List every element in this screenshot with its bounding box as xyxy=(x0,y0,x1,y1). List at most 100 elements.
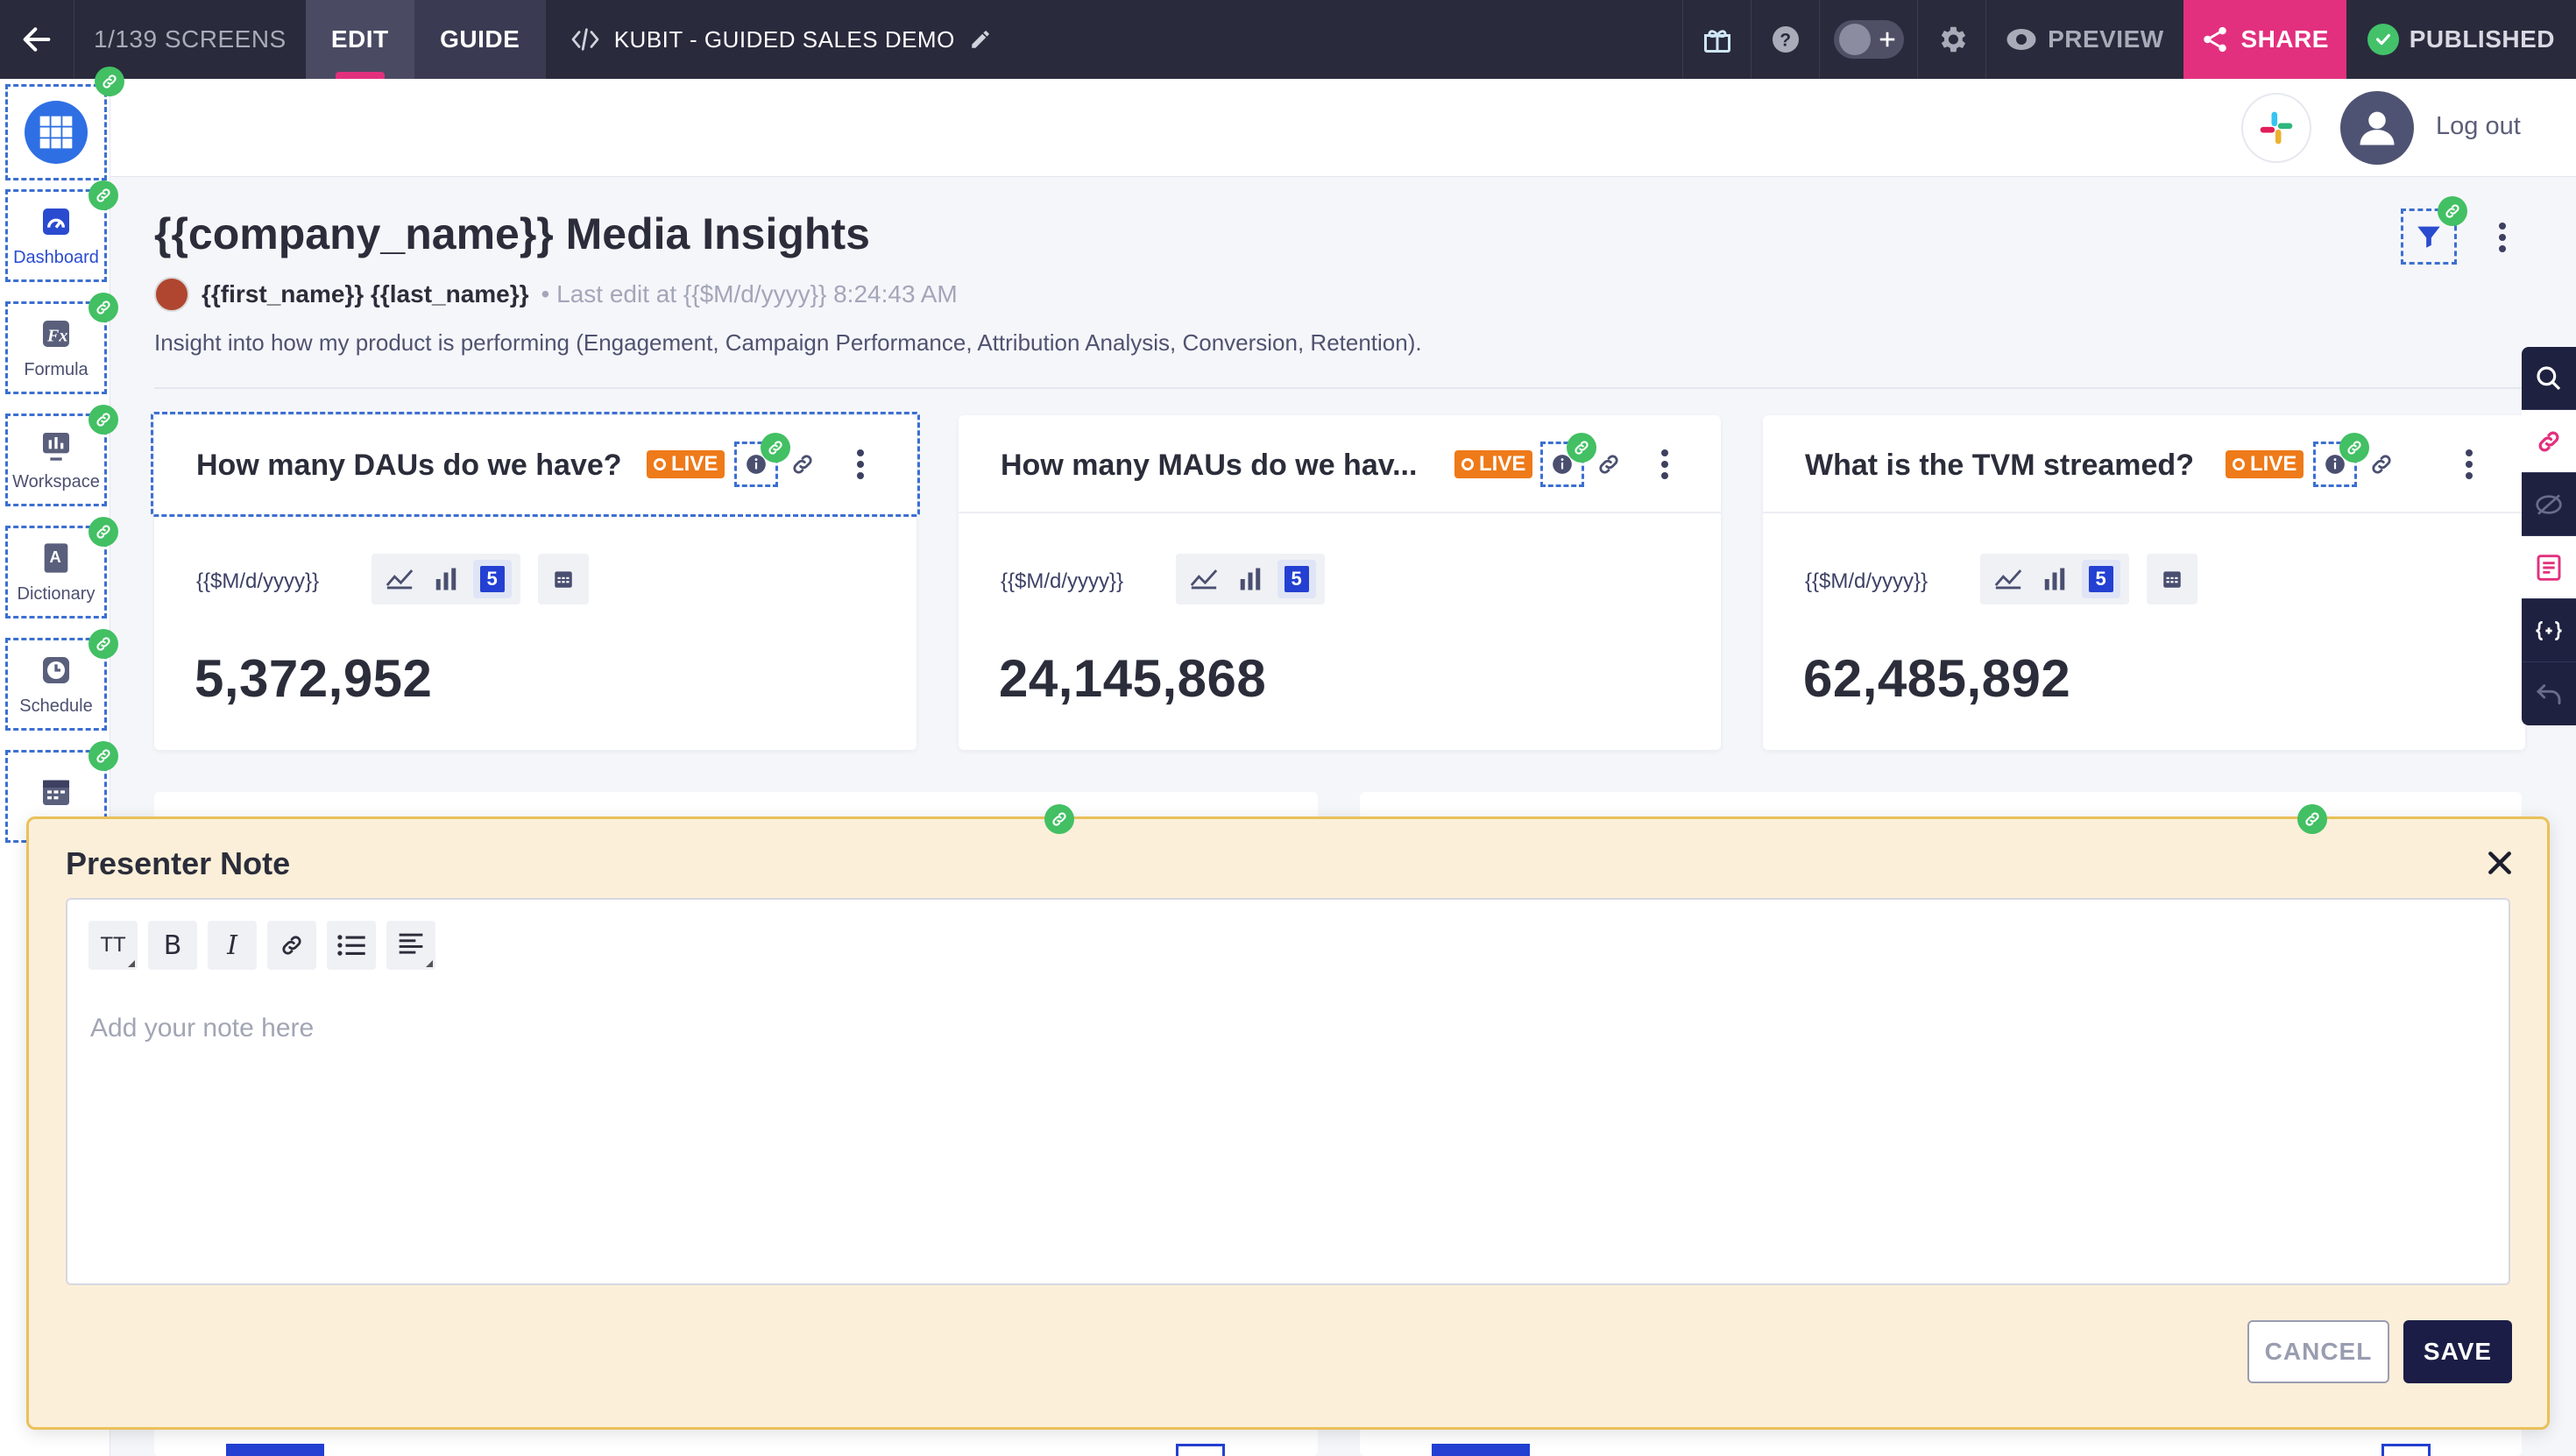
variables-tool-button[interactable] xyxy=(2522,599,2576,662)
italic-button[interactable]: I xyxy=(208,921,257,970)
chart-toggle-peek xyxy=(1176,1444,1225,1456)
bar-chart-button[interactable] xyxy=(1231,560,1270,598)
check-icon xyxy=(2367,24,2399,55)
line-chart-button[interactable] xyxy=(380,560,419,598)
bar-chart-icon xyxy=(435,568,456,590)
collaborators-button[interactable] xyxy=(1819,0,1917,79)
date-picker-button[interactable] xyxy=(2147,554,2197,604)
presenter-note-tool-button[interactable] xyxy=(2522,536,2576,599)
live-label: LIVE xyxy=(2250,452,2297,476)
user-avatar-button[interactable] xyxy=(2340,91,2414,165)
card-menu-kebab-icon[interactable] xyxy=(2460,447,2478,482)
hotspot-link-icon[interactable] xyxy=(88,517,118,547)
kebab-icon xyxy=(2494,220,2511,255)
code-braces-icon xyxy=(2536,620,2562,640)
number-view-button[interactable]: 5 xyxy=(472,560,512,598)
metric-card-mau[interactable]: How many MAUs do we hav... LIVE {{$M/d/y… xyxy=(959,415,1721,750)
demo-title[interactable]: KUBIT - GUIDED SALES DEMO xyxy=(546,0,1016,79)
card-date: {{$M/d/yyyy}} xyxy=(1001,569,1124,593)
user-icon xyxy=(2360,111,2395,145)
hotspot-link-icon[interactable] xyxy=(2297,804,2327,834)
search-tool-button[interactable] xyxy=(2522,347,2576,410)
link-icon xyxy=(1599,455,1618,474)
preview-button[interactable]: PREVIEW xyxy=(1985,0,2183,79)
save-button[interactable]: SAVE xyxy=(2403,1320,2512,1383)
metric-value: 5,372,952 xyxy=(195,649,433,708)
hotspot-link-icon[interactable] xyxy=(761,433,790,463)
home-logo-button[interactable] xyxy=(5,84,107,180)
published-status[interactable]: PUBLISHED xyxy=(2346,0,2576,79)
hotspot-link-icon[interactable] xyxy=(2339,433,2369,463)
demo-title-text: KUBIT - GUIDED SALES DEMO xyxy=(613,25,955,53)
divider xyxy=(154,387,2522,389)
line-chart-button[interactable] xyxy=(1989,560,2028,598)
hotspot-link-icon[interactable] xyxy=(1044,804,1074,834)
bar-chart-button[interactable] xyxy=(427,560,465,598)
card-date: {{$M/d/yyyy}} xyxy=(196,569,320,593)
undo-tool-button[interactable] xyxy=(2522,662,2576,725)
date-picker-button[interactable] xyxy=(538,554,589,604)
workspace-icon xyxy=(43,432,69,461)
hotspot-link-icon[interactable] xyxy=(95,67,124,96)
tab-edit[interactable]: EDIT xyxy=(305,0,414,79)
hotspot-link-icon[interactable] xyxy=(88,405,118,435)
bullet-list-button[interactable] xyxy=(327,921,376,970)
live-dot-icon xyxy=(2233,458,2245,470)
slack-button[interactable] xyxy=(2241,93,2311,163)
number-view-button[interactable]: 5 xyxy=(1277,560,1316,598)
line-chart-button[interactable] xyxy=(1185,560,1223,598)
hotspot-link-icon[interactable] xyxy=(88,741,118,771)
chart-bar-peek xyxy=(226,1444,324,1456)
back-button[interactable] xyxy=(0,0,74,79)
logout-link[interactable]: Log out xyxy=(2436,112,2521,141)
hotspot-link-icon[interactable] xyxy=(88,629,118,659)
card-menu-kebab-icon[interactable] xyxy=(1656,447,1674,482)
hotspot-link-icon[interactable] xyxy=(88,293,118,322)
align-button[interactable] xyxy=(386,921,435,970)
gift-button[interactable] xyxy=(1682,0,1751,79)
help-button[interactable]: ? xyxy=(1751,0,1819,79)
cancel-button[interactable]: CANCEL xyxy=(2247,1320,2389,1383)
metric-value: 24,145,868 xyxy=(999,649,1267,708)
last-edit-value: Last edit at {{$M/d/yyyy}} 8:24:43 AM xyxy=(556,280,958,307)
copy-link-button[interactable] xyxy=(1595,450,1623,478)
text-size-icon: TT xyxy=(100,933,126,957)
hide-tool-button[interactable] xyxy=(2522,473,2576,536)
arrow-left-icon xyxy=(23,27,51,52)
line-chart-icon xyxy=(386,569,414,590)
tab-guide[interactable]: GUIDE xyxy=(414,0,546,79)
svg-text:A: A xyxy=(50,548,61,566)
help-icon: ? xyxy=(1772,26,1799,53)
bold-button[interactable]: B xyxy=(148,921,197,970)
metric-card-dau[interactable]: How many DAUs do we have? LIVE {{$M/d/yy… xyxy=(151,412,920,750)
hotspot-link-icon[interactable] xyxy=(1567,433,1596,463)
undo-icon xyxy=(2536,684,2561,705)
text-size-button[interactable]: TT xyxy=(88,921,138,970)
close-button[interactable] xyxy=(2484,847,2516,879)
viz-type-toggle: 5 xyxy=(1980,554,2129,604)
card-menu-kebab-icon[interactable] xyxy=(852,447,869,482)
page-menu-button[interactable] xyxy=(2487,216,2518,259)
align-left-icon xyxy=(399,933,423,954)
byline: {{first_name}} {{last_name}} • Last edit… xyxy=(154,277,958,312)
hotspot-link-icon[interactable] xyxy=(2438,196,2467,226)
insert-link-button[interactable] xyxy=(267,921,316,970)
slack-icon xyxy=(2260,111,2293,145)
eye-off-icon xyxy=(2536,493,2562,515)
eye-icon xyxy=(2006,29,2036,50)
settings-button[interactable] xyxy=(1917,0,1985,79)
bar-chart-button[interactable] xyxy=(2035,560,2074,598)
note-text-input[interactable]: Add your note here xyxy=(90,1014,314,1043)
copy-link-button[interactable] xyxy=(2367,450,2396,478)
clock-icon xyxy=(43,656,69,683)
metric-card-tvm[interactable]: What is the TVM streamed? LIVE {{$M/d/yy… xyxy=(1763,415,2525,750)
hotspot-link-icon[interactable] xyxy=(88,180,118,210)
card-title: What is the TVM streamed? xyxy=(1805,449,2194,482)
copy-link-button[interactable] xyxy=(789,450,817,478)
share-button[interactable]: SHARE xyxy=(2183,0,2346,79)
link-icon xyxy=(282,936,301,955)
italic-icon: I xyxy=(227,929,237,961)
viz-type-toggle: 5 xyxy=(372,554,520,604)
link-tool-button[interactable] xyxy=(2522,410,2576,473)
number-view-button[interactable]: 5 xyxy=(2081,560,2120,598)
